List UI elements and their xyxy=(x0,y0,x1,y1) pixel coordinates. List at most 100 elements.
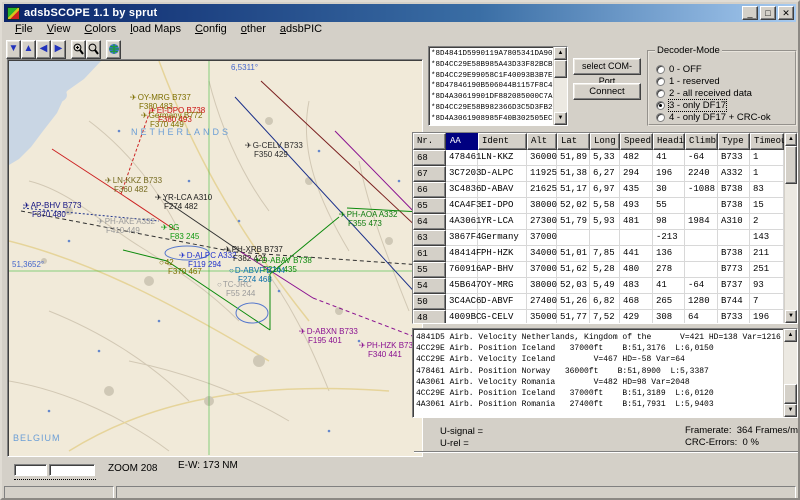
cell: 51,38 xyxy=(557,166,590,182)
decoder-option-1[interactable]: 1 - reserved xyxy=(656,76,720,87)
cell: 7,85 xyxy=(590,246,620,262)
table-row[interactable]: 5445B647OY-MRG3800052,035,4948341-64B737… xyxy=(413,278,784,294)
table-row[interactable]: 503C4AC6D-ABVF2740051,266,824682651280B7… xyxy=(413,294,784,310)
connect-button[interactable]: Connect xyxy=(573,83,641,100)
column-header-long[interactable]: Long xyxy=(590,133,620,150)
cell: 51,77 xyxy=(557,310,590,324)
column-header-speed[interactable]: Speed xyxy=(620,133,653,150)
column-header-climb[interactable]: Climb xyxy=(685,133,718,150)
aircraft-flight-data: F55 244 xyxy=(226,290,255,299)
map-panel: NETHERLANDSBELGIUM6,5311°51,3652°✈OY-MRG… xyxy=(7,59,423,457)
crc-errors-value: 0 % xyxy=(743,437,759,448)
scroll-up-icon[interactable]: ▲ xyxy=(784,329,797,342)
pan-left-button[interactable]: ◀ xyxy=(36,40,51,59)
raw-frames-scrollbar[interactable]: ▲ ▼ xyxy=(553,47,567,125)
cell: D-ABAV xyxy=(478,182,527,198)
zoom-in-button[interactable] xyxy=(71,40,86,59)
column-header-timeout[interactable]: Timeout xyxy=(750,133,784,150)
pan-left-icon: ◀ xyxy=(40,44,48,54)
column-header-alt[interactable]: Alt xyxy=(527,133,557,150)
zoom-slider-left[interactable] xyxy=(14,464,47,476)
cell: 38000 xyxy=(527,198,557,214)
cell: 37000 xyxy=(527,230,557,246)
menu-adsbpic[interactable]: adsbPIC xyxy=(273,22,329,37)
maximize-icon[interactable]: □ xyxy=(760,6,776,20)
decoder-mode-title: Decoder-Mode xyxy=(655,45,722,56)
circle-icon: ○ xyxy=(159,258,164,267)
decoder-option-3[interactable]: 3 - only DF17 xyxy=(656,100,726,111)
decoder-option-label: 4 - only DF17 + CRC-ok xyxy=(669,112,771,123)
decoded-messages-box[interactable]: 4841D5 Airb. Velocity Netherlands, Kingd… xyxy=(412,328,798,418)
decoded-scrollbar[interactable]: ▲ ▼ xyxy=(783,329,797,417)
menu-load-maps[interactable]: load Maps xyxy=(123,22,188,37)
window-title: adsbSCOPE 1.1 by sprut xyxy=(24,7,157,19)
cell: 136 xyxy=(653,246,685,262)
world-button[interactable] xyxy=(106,40,121,59)
pan-down-icon: ▼ xyxy=(9,44,19,54)
menu-other[interactable]: other xyxy=(234,22,273,37)
table-row[interactable]: 663C4836D-ABAV2162551,176,9743530-1088B7… xyxy=(413,182,784,198)
zoom-out-button[interactable] xyxy=(86,40,101,59)
table-row[interactable]: 6148414FPH-HZK3400051,017,85441136B73821… xyxy=(413,246,784,262)
scrollbar-thumb[interactable] xyxy=(554,60,567,78)
select-com-port-button[interactable]: select COM-Port xyxy=(573,58,641,75)
column-header-heading[interactable]: Heading xyxy=(653,133,685,150)
row-number-cell: 55 xyxy=(413,262,446,278)
column-header-aa[interactable]: AA xyxy=(446,133,478,150)
pan-up-button[interactable]: ▲ xyxy=(21,40,36,59)
cell: 36000 xyxy=(527,150,557,166)
cell: 64 xyxy=(685,310,718,324)
cell: 98 xyxy=(653,214,685,230)
minimize-icon[interactable]: _ xyxy=(742,6,758,20)
pan-down-button[interactable]: ▼ xyxy=(6,40,21,59)
table-row[interactable]: 55760916AP-BHV3700051,625,28480278B77325… xyxy=(413,262,784,278)
scrollbar-thumb[interactable] xyxy=(784,384,797,404)
decoder-option-0[interactable]: 0 - OFF xyxy=(656,64,702,75)
table-row[interactable]: 673C7203D-ALPC1192551,386,272941962240A3… xyxy=(413,166,784,182)
aircraft-flight-data: F410 449 xyxy=(106,227,155,236)
scrollbar-thumb[interactable] xyxy=(785,146,797,184)
cell: 41 xyxy=(653,150,685,166)
scrollbar-track[interactable] xyxy=(554,60,567,112)
pan-right-button[interactable]: ▶ xyxy=(51,40,66,59)
table-row[interactable]: 68478461LN-KKZ3600051,895,3348241-64B733… xyxy=(413,150,784,166)
close-icon[interactable]: ✕ xyxy=(778,6,794,20)
scroll-up-icon[interactable]: ▲ xyxy=(785,133,797,146)
menu-config[interactable]: Config xyxy=(188,22,234,37)
row-number-cell: 65 xyxy=(413,198,446,214)
scroll-down-icon[interactable]: ▼ xyxy=(554,112,567,125)
cell: B738 xyxy=(718,182,750,198)
scroll-up-icon[interactable]: ▲ xyxy=(554,47,567,60)
column-header-ident[interactable]: Ident xyxy=(478,133,527,150)
column-header-lat[interactable]: Lat xyxy=(557,133,590,150)
cell: 211 xyxy=(750,246,784,262)
cell: 51,17 xyxy=(557,182,590,198)
table-row[interactable]: 484009BCG-CELV3500051,777,5242930864B733… xyxy=(413,310,784,324)
table-scrollbar[interactable]: ▲ ▼ xyxy=(784,133,797,323)
column-header-nr[interactable]: Nr. xyxy=(413,133,446,150)
scrollbar-track[interactable] xyxy=(784,342,797,404)
table-row[interactable]: 633867F4Germany37000-213143 xyxy=(413,230,784,246)
aircraft-ident: AP-BHV B773 xyxy=(31,201,82,210)
raw-frames-box[interactable]: *8D4841D5990119A7805341DA9063; *8D4CC29E… xyxy=(428,46,568,126)
aircraft-flight-data: F195 401 xyxy=(308,337,358,346)
cell: 11925 xyxy=(527,166,557,182)
scroll-down-icon[interactable]: ▼ xyxy=(785,310,797,323)
scrollbar-track[interactable] xyxy=(785,146,797,310)
menu-file[interactable]: File xyxy=(8,22,40,37)
zoom-slider-right[interactable] xyxy=(49,464,95,476)
map-canvas[interactable]: NETHERLANDSBELGIUM6,5311°51,3652°✈OY-MRG… xyxy=(9,61,421,455)
table-row[interactable]: 654CA4F3EI-DPO3800052,025,5849355B73815 xyxy=(413,198,784,214)
cell: 3C4AC6 xyxy=(446,294,478,310)
aircraft-ident: Germany B772 xyxy=(149,111,203,120)
decoder-option-2[interactable]: 2 - all received data xyxy=(656,88,752,99)
column-header-type[interactable]: Type xyxy=(718,133,750,150)
row-number-cell: 67 xyxy=(413,166,446,182)
cell: 5,49 xyxy=(590,278,620,294)
decoder-option-4[interactable]: 4 - only DF17 + CRC-ok xyxy=(656,112,771,123)
menu-colors[interactable]: Colors xyxy=(77,22,123,37)
menu-view[interactable]: View xyxy=(40,22,78,37)
raw-frames-text: *8D4841D5990119A7805341DA9063; *8D4CC29E… xyxy=(429,47,553,125)
scroll-down-icon[interactable]: ▼ xyxy=(784,404,797,417)
table-row[interactable]: 644A3061YR-LCA2730051,795,93481981984A31… xyxy=(413,214,784,230)
